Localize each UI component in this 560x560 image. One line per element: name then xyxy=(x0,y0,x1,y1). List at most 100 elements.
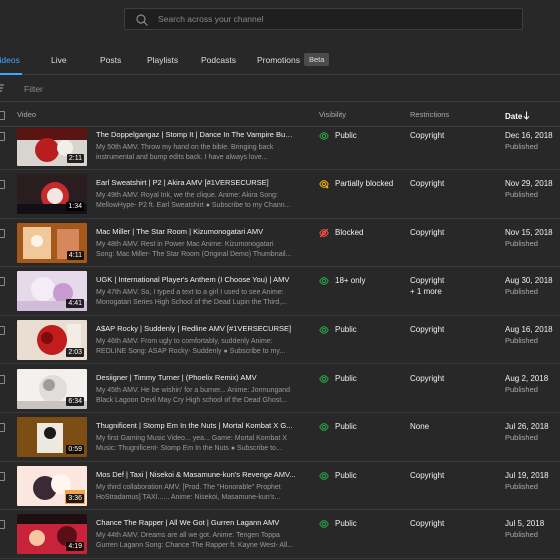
video-thumbnail[interactable]: 2:11 xyxy=(17,128,87,166)
search-placeholder: Search across your channel xyxy=(158,14,264,24)
video-title[interactable]: A$AP Rocky | Suddenly | Redline AMV [#1V… xyxy=(96,324,296,334)
column-header-restrictions[interactable]: Restrictions xyxy=(410,110,449,120)
eye-off-icon xyxy=(319,228,329,238)
filter-icon[interactable] xyxy=(0,84,4,92)
channel-search-box[interactable]: Search across your channel xyxy=(124,8,523,30)
row-checkbox[interactable] xyxy=(0,277,5,287)
restriction-status[interactable]: None xyxy=(410,421,429,432)
row-checkbox[interactable] xyxy=(0,374,5,384)
restriction-status[interactable]: Copyright xyxy=(410,373,444,384)
video-title[interactable]: Mos Def | Taxi | Nisekoi & Masamune-kun'… xyxy=(96,470,296,480)
video-description: My 48th AMV. Rest in Power Mac Anime: Ki… xyxy=(96,240,296,260)
video-row[interactable]: 0:59 Thugnificent | Stomp Em In the Nuts… xyxy=(0,413,560,462)
restriction-status[interactable]: Copyright xyxy=(410,470,444,481)
description-line: My 46th AMV. From ugly to comfortably, s… xyxy=(96,337,273,345)
row-checkbox[interactable] xyxy=(0,131,5,141)
description-line: Gurren Lagann Song: Chance The Rapper ft… xyxy=(96,542,294,550)
visibility-status[interactable]: Public xyxy=(335,470,357,481)
video-duration: 1:34 xyxy=(66,202,84,212)
visibility-status[interactable]: Public xyxy=(335,518,357,529)
published-date: Aug 30, 2018 xyxy=(505,276,553,286)
filter-bar[interactable]: Filter xyxy=(0,76,560,102)
visibility-status[interactable]: Partially blocked xyxy=(335,178,393,189)
row-checkbox[interactable] xyxy=(0,520,5,530)
video-title[interactable]: The Doppelgangaz | Stomp It | Dance In T… xyxy=(96,130,296,140)
restriction-status[interactable]: Copyright xyxy=(410,518,444,529)
tab-playlists[interactable]: Playlists xyxy=(147,55,178,66)
visibility-status[interactable]: Public xyxy=(335,421,357,432)
visibility-status[interactable]: Blocked xyxy=(335,227,363,238)
eye-icon xyxy=(319,325,329,334)
video-title[interactable]: Mac Miller | The Star Room | Kizumonogat… xyxy=(96,227,296,237)
video-row[interactable]: 6:34 Desiigner | Timmy Turner | (Phoelix… xyxy=(0,365,560,414)
filter-input[interactable]: Filter xyxy=(24,84,43,95)
restriction-status[interactable]: Copyright xyxy=(410,324,444,335)
restriction-more[interactable]: + 1 more xyxy=(410,286,442,297)
video-row[interactable]: 1:34 Earl Sweatshirt | P2 | Akira AMV [#… xyxy=(0,170,560,219)
eye-icon xyxy=(319,277,329,286)
restriction-status[interactable]: Copyright xyxy=(410,130,444,141)
description-line: REDLINE Song: ASAP Rocky- Suddenly ● Sub… xyxy=(96,347,286,355)
video-thumbnail[interactable]: 2:03 xyxy=(17,319,87,360)
column-header-date[interactable]: Date xyxy=(505,111,522,122)
description-line: My 45th AMV. He be wishin' for a burner.… xyxy=(96,386,291,394)
video-title[interactable]: Thugnificent | Stomp Em In the Nuts | Mo… xyxy=(96,421,296,431)
visibility-status[interactable]: 18+ only xyxy=(335,275,365,286)
video-row[interactable]: 4:19 Chance The Rapper | All We Got | Gu… xyxy=(0,510,560,559)
video-thumbnail[interactable]: 4:11 xyxy=(17,222,87,263)
video-row[interactable]: 2:03 A$AP Rocky | Suddenly | Redline AMV… xyxy=(0,316,560,365)
video-title[interactable]: UGK | International Player's Anthem (I C… xyxy=(96,275,296,285)
tab-podcasts[interactable]: Podcasts xyxy=(201,55,236,66)
video-row[interactable]: 4:41 UGK | International Player's Anthem… xyxy=(0,267,560,316)
row-checkbox[interactable] xyxy=(0,471,5,481)
description-line: Monogatari Series High School of the Dea… xyxy=(96,299,287,307)
video-row[interactable]: 3:36 Mos Def | Taxi | Nisekoi & Masamune… xyxy=(0,462,560,511)
visibility-status[interactable]: Public xyxy=(335,324,357,335)
visibility-status[interactable]: Public xyxy=(335,373,357,384)
row-checkbox[interactable] xyxy=(0,228,5,238)
video-title[interactable]: Earl Sweatshirt | P2 | Akira AMV [#1VERS… xyxy=(96,178,296,188)
video-thumbnail[interactable]: 4:19 xyxy=(17,514,87,555)
eye-partial-icon xyxy=(319,180,329,189)
restriction-status[interactable]: Copyright xyxy=(410,178,444,189)
video-thumbnail[interactable]: 3:36 xyxy=(17,465,87,506)
video-description: My 50th AMV. Throw my hand on the bible.… xyxy=(96,143,296,163)
description-line: My 48th AMV. Rest in Power Mac Anime: Ki… xyxy=(96,240,274,248)
video-row[interactable]: 2:11 The Doppelgangaz | Stomp It | Dance… xyxy=(0,128,560,171)
tab-live[interactable]: Live xyxy=(51,55,67,66)
tab-posts[interactable]: Posts xyxy=(100,55,121,66)
column-header-visibility[interactable]: Visibility xyxy=(319,110,346,120)
eye-icon xyxy=(319,423,329,431)
video-duration: 4:41 xyxy=(66,299,84,309)
video-title[interactable]: Desiigner | Timmy Turner | (Phoelix Remi… xyxy=(96,373,296,383)
row-checkbox[interactable] xyxy=(0,180,5,190)
video-thumbnail[interactable]: 0:59 xyxy=(17,417,87,458)
tab-videos[interactable]: Videos xyxy=(0,55,20,66)
publish-status: Published xyxy=(505,190,538,200)
video-thumbnail[interactable]: 1:34 xyxy=(17,174,87,215)
tab-promotions[interactable]: Promotions xyxy=(257,55,300,66)
video-description: My 45th AMV. He be wishin' for a burner.… xyxy=(96,386,296,406)
sort-descending-icon[interactable] xyxy=(523,111,530,120)
row-checkbox[interactable] xyxy=(0,423,5,433)
video-thumbnail[interactable]: 4:41 xyxy=(17,271,87,312)
description-line: My 49th AMV. Royal Ink, we the clique. A… xyxy=(96,192,278,200)
row-checkbox[interactable] xyxy=(0,325,5,335)
select-all-checkbox[interactable] xyxy=(0,111,5,120)
restriction-status[interactable]: Copyright xyxy=(410,275,444,286)
video-duration: 4:11 xyxy=(66,250,84,260)
description-line: My third collaboration AMV. [Prod. The "… xyxy=(96,483,281,491)
video-duration: 4:19 xyxy=(66,542,84,552)
video-description: My 44th AMV. Dreams are all we got. Anim… xyxy=(96,531,296,551)
video-thumbnail[interactable]: 6:34 xyxy=(17,368,87,409)
video-title[interactable]: Chance The Rapper | All We Got | Gurren … xyxy=(96,518,296,528)
eye-icon xyxy=(319,471,329,480)
eye-icon xyxy=(319,131,329,140)
visibility-status[interactable]: Public xyxy=(335,130,357,141)
video-duration: 0:59 xyxy=(66,445,84,455)
video-row[interactable]: 4:11 Mac Miller | The Star Room | Kizumo… xyxy=(0,219,560,268)
restriction-status[interactable]: Copyright xyxy=(410,227,444,238)
publish-status: Published xyxy=(505,238,538,248)
description-line: My first Gaming Music Video... yea... Ga… xyxy=(96,435,287,443)
publish-status: Published xyxy=(505,384,538,394)
